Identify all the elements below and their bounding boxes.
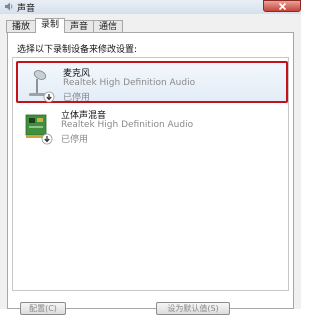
close-button[interactable] [263,0,301,12]
microphone-icon [29,70,55,103]
tab-strip: 播放 录制 声音 通信 [6,18,124,33]
instruction-text: 选择以下录制设备来修改设置: [17,45,138,55]
device-item-stereo-mix[interactable]: 立体声混音 Realtek High Definition Audio 已停用 [16,105,288,147]
speaker-icon [5,2,13,11]
device-status: 已停用 [61,135,89,145]
window-title: 声音 [17,4,36,14]
title-bar: 声音 [0,0,301,14]
device-driver: Realtek High Definition Audio [61,120,194,130]
tab-recording[interactable]: 录制 [35,18,66,33]
device-driver: Realtek High Definition Audio [63,78,196,88]
device-item-microphone[interactable]: 麦克风 Realtek High Definition Audio 已停用 [16,61,288,103]
close-icon [278,2,287,11]
sound-card-icon [25,114,53,145]
device-status: 已停用 [63,93,91,103]
